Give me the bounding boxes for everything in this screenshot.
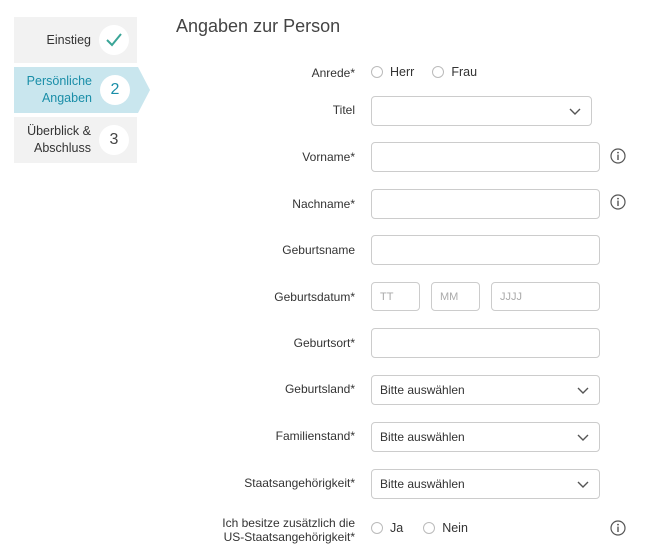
radio-button[interactable] bbox=[371, 66, 383, 78]
birth-month-field[interactable]: MM bbox=[431, 282, 480, 311]
chevron-down-icon bbox=[577, 481, 589, 488]
step-number: 3 bbox=[99, 125, 129, 155]
check-icon bbox=[106, 33, 122, 47]
info-circle-icon[interactable] bbox=[610, 520, 626, 536]
step-label-line2: Abschluss bbox=[34, 141, 91, 155]
us-citizenship-label: Ich besitze zusätzlich die US-Staatsange… bbox=[222, 516, 355, 544]
vorname-field[interactable] bbox=[371, 142, 600, 172]
nachname-label: Nachname* bbox=[292, 197, 355, 211]
birth-year-field[interactable]: JJJJ bbox=[491, 282, 600, 311]
chevron-down-icon bbox=[569, 108, 581, 115]
step-active-arrow bbox=[138, 67, 150, 113]
radio-button[interactable] bbox=[432, 66, 445, 78]
titel-label: Titel bbox=[332, 103, 355, 117]
step-ueberblick-abschluss[interactable]: Überblick & Abschluss 3 bbox=[14, 117, 137, 163]
step-number: 2 bbox=[100, 75, 130, 105]
step-label: Überblick & bbox=[27, 124, 91, 138]
familienstand-label: Familienstand* bbox=[275, 429, 355, 443]
step-persoenliche-angaben[interactable]: Persönliche Angaben 2 bbox=[14, 67, 150, 113]
info-circle-icon[interactable] bbox=[610, 194, 626, 210]
chevron-down-icon bbox=[577, 434, 589, 441]
titel-select[interactable] bbox=[371, 96, 592, 126]
geburtsdatum-label: Geburtsdatum* bbox=[274, 290, 355, 304]
anrede-radio-group: Herr Frau bbox=[371, 65, 477, 79]
step-einstieg[interactable]: Einstieg bbox=[14, 17, 137, 63]
geburtsname-field[interactable] bbox=[371, 235, 600, 265]
geburtsland-label: Geburtsland* bbox=[284, 382, 355, 396]
geburtsland-select[interactable]: Bitte auswählen bbox=[371, 375, 600, 405]
nachname-field[interactable] bbox=[371, 189, 600, 219]
chevron-down-icon bbox=[577, 387, 589, 394]
geburtsname-label: Geburtsname bbox=[282, 243, 355, 257]
birth-day-field[interactable]: TT bbox=[371, 282, 420, 311]
radio-nein[interactable]: Nein bbox=[423, 521, 468, 535]
staatsangehoerigkeit-select[interactable]: Bitte auswählen bbox=[371, 469, 600, 499]
anrede-label: Anrede* bbox=[311, 66, 355, 80]
step-label-line2: Angaben bbox=[41, 91, 92, 105]
radio-ja[interactable]: Ja bbox=[371, 521, 403, 535]
radio-herr[interactable]: Herr bbox=[371, 65, 414, 79]
geburtsort-label: Geburtsort* bbox=[293, 336, 355, 350]
info-circle-icon[interactable] bbox=[610, 148, 626, 164]
vorname-label: Vorname* bbox=[302, 150, 355, 164]
page-title: Angaben zur Person bbox=[176, 16, 341, 36]
us-radio-group: Ja Nein bbox=[371, 521, 468, 535]
radio-frau[interactable]: Frau bbox=[432, 65, 477, 79]
radio-button[interactable] bbox=[371, 522, 383, 534]
familienstand-select[interactable]: Bitte auswählen bbox=[371, 422, 600, 452]
radio-button[interactable] bbox=[423, 522, 436, 534]
step-marker bbox=[99, 25, 129, 55]
step-label: Einstieg bbox=[46, 32, 91, 47]
staatsangehoerigkeit-label: Staatsangehörigkeit* bbox=[244, 476, 355, 490]
geburtsort-field[interactable] bbox=[371, 328, 600, 358]
step-label: Persönliche bbox=[26, 74, 92, 88]
